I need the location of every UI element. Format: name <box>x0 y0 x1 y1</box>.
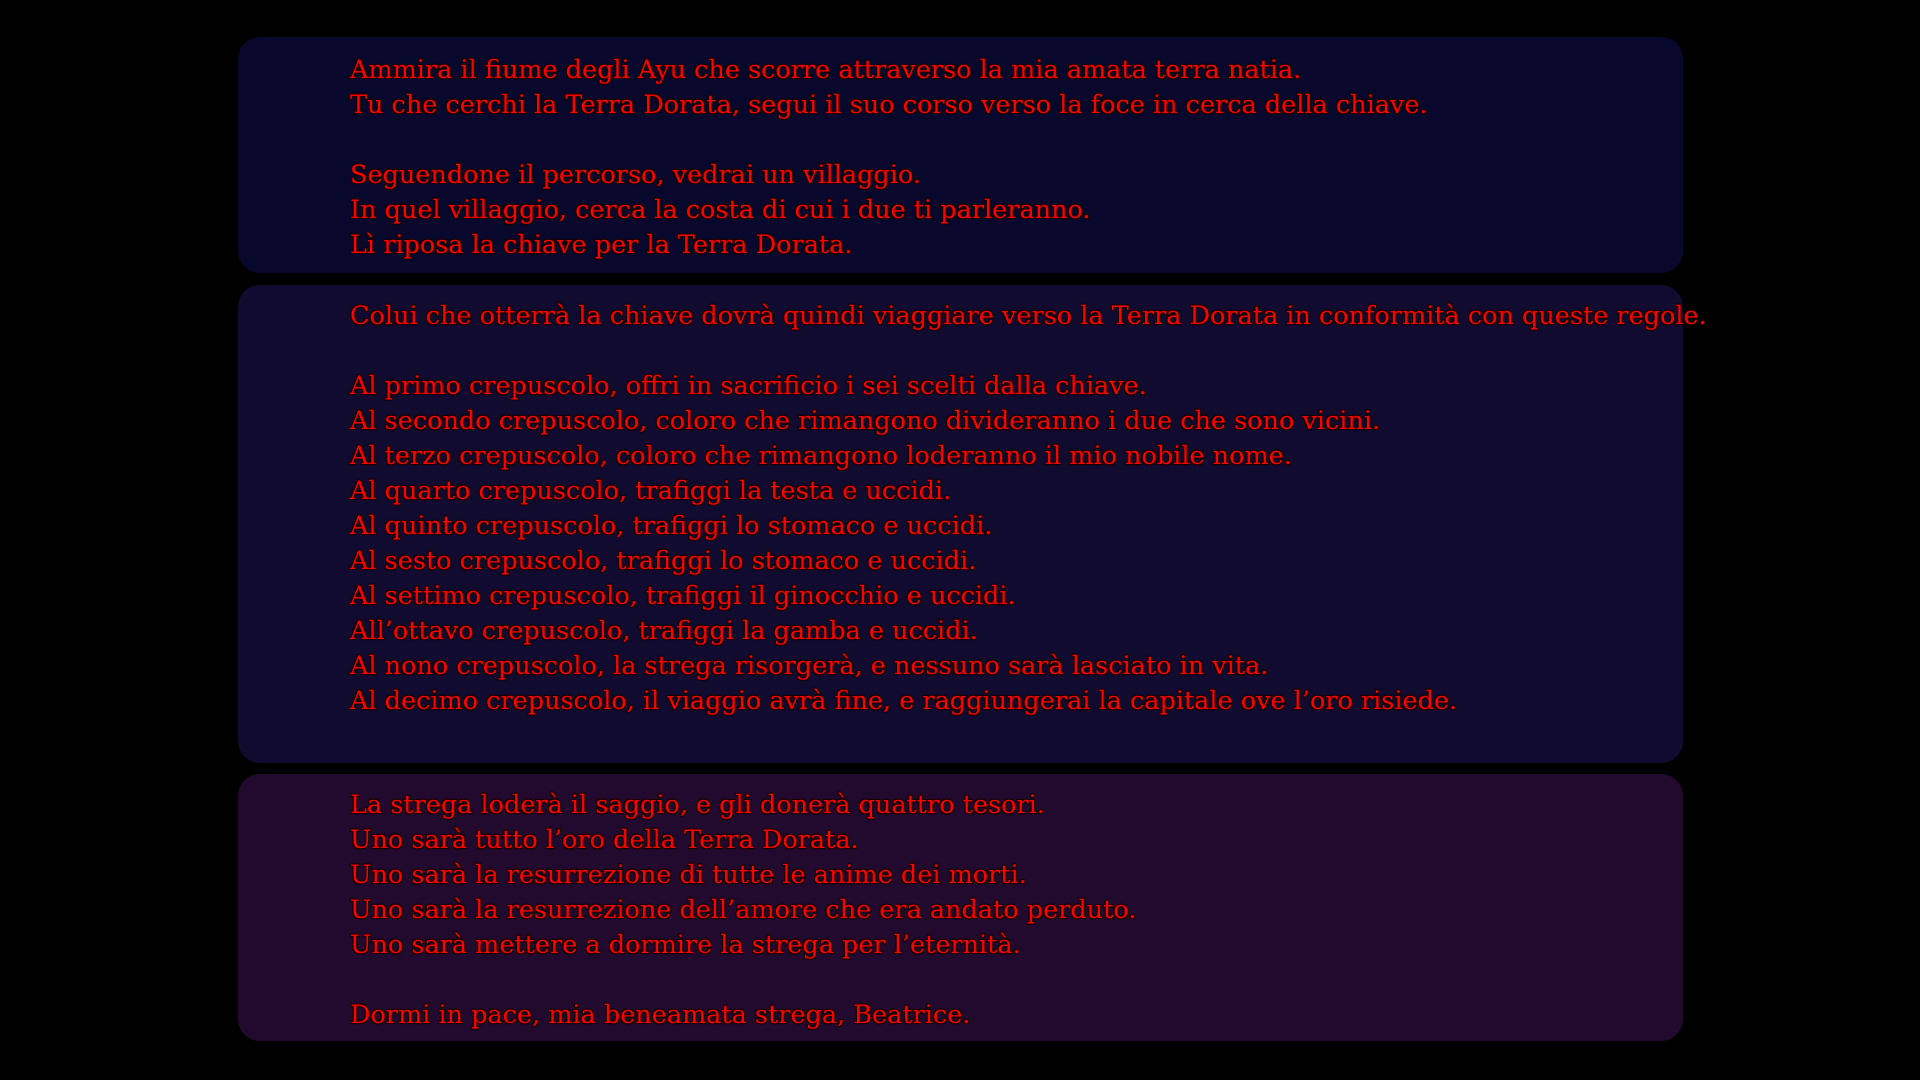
epitaph-line: Al nono crepuscolo, la strega risorgerà,… <box>350 651 1269 681</box>
epitaph-line: Ammira il fiume degli Ayu che scorre att… <box>350 55 1302 85</box>
text-window-section-3: La strega loderà il saggio, e gli donerà… <box>238 774 1683 1041</box>
epitaph-line: Al secondo crepuscolo, coloro che rimang… <box>350 406 1381 436</box>
epitaph-line: Al quinto crepuscolo, trafiggi lo stomac… <box>350 511 993 541</box>
epitaph-line: Uno sarà la resurrezione dell’amore che … <box>350 895 1137 925</box>
epitaph-line: Dormi in pace, mia beneamata strega, Bea… <box>350 1000 971 1030</box>
epitaph-line: La strega loderà il saggio, e gli donerà… <box>350 790 1045 820</box>
epitaph-line: Al terzo crepuscolo, coloro che rimangon… <box>350 441 1292 471</box>
epitaph-line: All’ottavo crepuscolo, trafiggi la gamba… <box>350 616 978 646</box>
epitaph-line: Uno sarà la resurrezione di tutte le ani… <box>350 860 1027 890</box>
game-screen: Ammira il fiume degli Ayu che scorre att… <box>0 0 1920 1080</box>
epitaph-line: Tu che cerchi la Terra Dorata, segui il … <box>350 90 1428 120</box>
text-window-section-2: Colui che otterrà la chiave dovrà quindi… <box>238 285 1707 763</box>
text-window-section-1: Ammira il fiume degli Ayu che scorre att… <box>238 37 1683 273</box>
epitaph-line: Al decimo crepuscolo, il viaggio avrà fi… <box>350 686 1458 716</box>
epitaph-line: Uno sarà tutto l’oro della Terra Dorata. <box>350 825 859 855</box>
epitaph-line: Lì riposa la chiave per la Terra Dorata. <box>350 230 853 260</box>
epitaph-line: Al quarto crepuscolo, trafiggi la testa … <box>350 476 952 506</box>
epitaph-line: Seguendone il percorso, vedrai un villag… <box>350 160 921 190</box>
epitaph-line: Al sesto crepuscolo, trafiggi lo stomaco… <box>350 546 977 576</box>
epitaph-line: Al settimo crepuscolo, trafiggi il ginoc… <box>350 581 1016 611</box>
epitaph-line: Colui che otterrà la chiave dovrà quindi… <box>350 301 1707 331</box>
epitaph-line: Al primo crepuscolo, offri in sacrificio… <box>350 371 1147 401</box>
epitaph-line: Uno sarà mettere a dormire la strega per… <box>350 930 1021 960</box>
epitaph-line: In quel villaggio, cerca la costa di cui… <box>350 195 1091 225</box>
